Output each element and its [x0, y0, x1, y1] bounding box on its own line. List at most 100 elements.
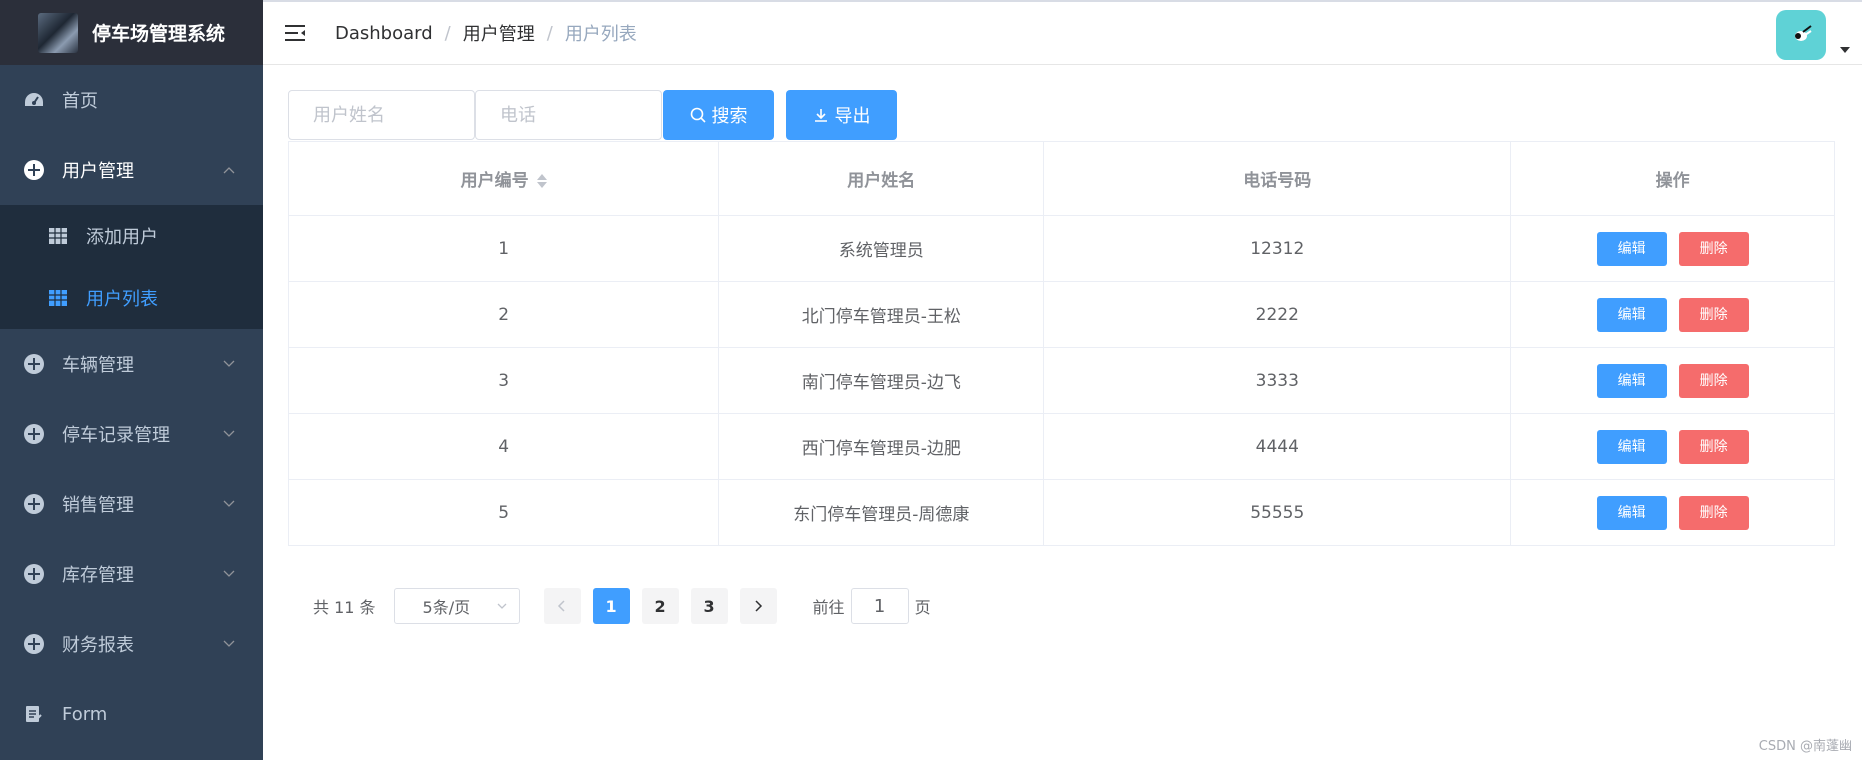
edit-button[interactable]: 编辑 — [1596, 231, 1667, 266]
page-button-2[interactable]: 2 — [641, 588, 679, 624]
chevron-down-icon — [223, 360, 235, 367]
next-page-button[interactable] — [739, 588, 777, 624]
caret-down-icon[interactable] — [1840, 47, 1850, 53]
delete-button[interactable]: 删除 — [1678, 495, 1749, 530]
chevron-down-icon — [223, 640, 235, 647]
hamburger-icon[interactable] — [283, 23, 307, 43]
breadcrumb-user-management[interactable]: 用户管理 — [463, 20, 535, 46]
avatar-image — [1795, 25, 1812, 41]
page-size-value: 5条/页 — [422, 598, 471, 617]
download-icon — [814, 109, 827, 122]
main-content: 搜索 导出 用户编号 用户姓名 电话号码 操作 1 系统管理员 12312 编辑… — [263, 65, 1862, 760]
cell-actions: 编辑 删除 — [1510, 281, 1835, 348]
page-size-select[interactable]: 5条/页 — [393, 588, 520, 624]
username-search-input[interactable] — [288, 90, 475, 140]
sidebar-item-add-user[interactable]: 添加用户 — [0, 205, 263, 267]
sidebar-item-user-list[interactable]: 用户列表 — [0, 267, 263, 329]
cell-actions: 编辑 删除 — [1510, 347, 1835, 414]
goto-suffix: 页 — [914, 598, 931, 617]
sidebar-menu: 首页 用户管理 添加用户 用户列表 车辆管理 停车记录管理 销售管理 库存管理 … — [0, 65, 263, 749]
cell-phone: 55555 — [1043, 479, 1512, 546]
cell-actions: 编辑 删除 — [1510, 215, 1835, 282]
goto-prefix: 前往 — [812, 598, 845, 617]
delete-button[interactable]: 删除 — [1678, 231, 1749, 266]
user-avatar[interactable] — [1776, 10, 1826, 60]
sidebar-item-label: 财务报表 — [62, 635, 134, 656]
sidebar-item-label: 库存管理 — [62, 565, 134, 586]
logo-image — [37, 12, 78, 53]
cell-user-name: 东门停车管理员-周德康 — [718, 479, 1045, 546]
pagination-total: 共 11 条 — [313, 598, 376, 617]
sidebar-item-financial-reports[interactable]: 财务报表 — [0, 609, 263, 679]
sidebar-item-home[interactable]: 首页 — [0, 65, 263, 135]
sidebar-item-sales-management[interactable]: 销售管理 — [0, 469, 263, 539]
prev-page-button[interactable] — [543, 588, 581, 624]
breadcrumb: Dashboard / 用户管理 / 用户列表 — [335, 20, 637, 46]
breadcrumb-user-list: 用户列表 — [564, 24, 637, 45]
sidebar-item-vehicle-management[interactable]: 车辆管理 — [0, 329, 263, 399]
sidebar-item-form[interactable]: Form — [0, 679, 263, 749]
column-header-phone: 电话号码 — [1043, 141, 1512, 216]
table-icon — [49, 228, 67, 244]
cell-phone: 4444 — [1043, 413, 1512, 480]
sidebar-item-parking-records[interactable]: 停车记录管理 — [0, 399, 263, 469]
circle-plus-icon — [24, 424, 44, 444]
edit-button[interactable]: 编辑 — [1596, 429, 1667, 464]
app-title: 停车场管理系统 — [91, 23, 225, 45]
sort-icon[interactable] — [536, 173, 547, 189]
top-navbar: Dashboard / 用户管理 / 用户列表 — [263, 0, 1862, 65]
phone-search-input[interactable] — [475, 90, 662, 140]
sidebar-item-label: Form — [62, 703, 108, 725]
circle-plus-icon — [24, 564, 44, 584]
search-icon — [690, 107, 706, 123]
sidebar-item-inventory-management[interactable]: 库存管理 — [0, 539, 263, 609]
edit-button[interactable]: 编辑 — [1596, 297, 1667, 332]
page-button-1[interactable]: 1 — [592, 588, 630, 624]
cell-actions: 编辑 删除 — [1510, 479, 1835, 546]
cell-user-id: 2 — [287, 281, 720, 348]
chevron-left-icon — [557, 600, 565, 612]
cell-user-id: 3 — [287, 347, 720, 414]
edit-button[interactable]: 编辑 — [1596, 363, 1667, 398]
circle-plus-icon — [24, 160, 44, 180]
chevron-down-icon — [223, 430, 235, 437]
table-icon — [49, 290, 67, 306]
cell-user-name: 南门停车管理员-边飞 — [718, 347, 1045, 414]
cell-phone: 12312 — [1043, 215, 1512, 282]
table-row: 2 北门停车管理员-王松 2222 编辑 删除 — [287, 281, 1835, 348]
sidebar-item-label: 首页 — [62, 91, 98, 112]
delete-button[interactable]: 删除 — [1678, 429, 1749, 464]
table-row: 5 东门停车管理员-周德康 55555 编辑 删除 — [287, 479, 1835, 546]
watermark: CSDN @南蓬幽 — [1758, 739, 1852, 754]
delete-button[interactable]: 删除 — [1678, 363, 1749, 398]
sidebar-item-label: 用户列表 — [86, 289, 158, 310]
column-header-user-id[interactable]: 用户编号 — [287, 141, 720, 216]
breadcrumb-separator: / — [546, 22, 553, 44]
cell-phone: 2222 — [1043, 281, 1512, 348]
sidebar-item-label: 停车记录管理 — [62, 425, 170, 446]
pagination: 共 11 条 5条/页 1 2 3 前往 页 — [288, 588, 1837, 624]
chevron-down-icon — [223, 500, 235, 507]
cell-user-name: 系统管理员 — [718, 215, 1045, 282]
goto-page-input[interactable] — [850, 588, 909, 624]
edit-button[interactable]: 编辑 — [1596, 495, 1667, 530]
table-row: 3 南门停车管理员-边飞 3333 编辑 删除 — [287, 347, 1835, 414]
cell-user-id: 5 — [287, 479, 720, 546]
submenu-user-management: 添加用户 用户列表 — [0, 205, 263, 329]
export-button[interactable]: 导出 — [786, 90, 897, 140]
page-button-3[interactable]: 3 — [690, 588, 728, 624]
sidebar-item-user-management[interactable]: 用户管理 — [0, 135, 263, 205]
delete-button[interactable]: 删除 — [1678, 297, 1749, 332]
page-jumper: 前往 页 — [813, 588, 931, 624]
table-row: 1 系统管理员 12312 编辑 删除 — [287, 215, 1835, 282]
circle-plus-icon — [24, 634, 44, 654]
cell-phone: 3333 — [1043, 347, 1512, 414]
column-header-user-name: 用户姓名 — [718, 141, 1045, 216]
breadcrumb-dashboard[interactable]: Dashboard — [335, 23, 433, 44]
search-button[interactable]: 搜索 — [663, 90, 774, 140]
chevron-down-icon — [223, 570, 235, 577]
export-button-label: 导出 — [834, 106, 871, 127]
sidebar-logo[interactable]: 停车场管理系统 — [0, 0, 263, 65]
sidebar-item-label: 车辆管理 — [62, 355, 134, 376]
user-table: 用户编号 用户姓名 电话号码 操作 1 系统管理员 12312 编辑 删除 2 北… — [287, 141, 1835, 546]
